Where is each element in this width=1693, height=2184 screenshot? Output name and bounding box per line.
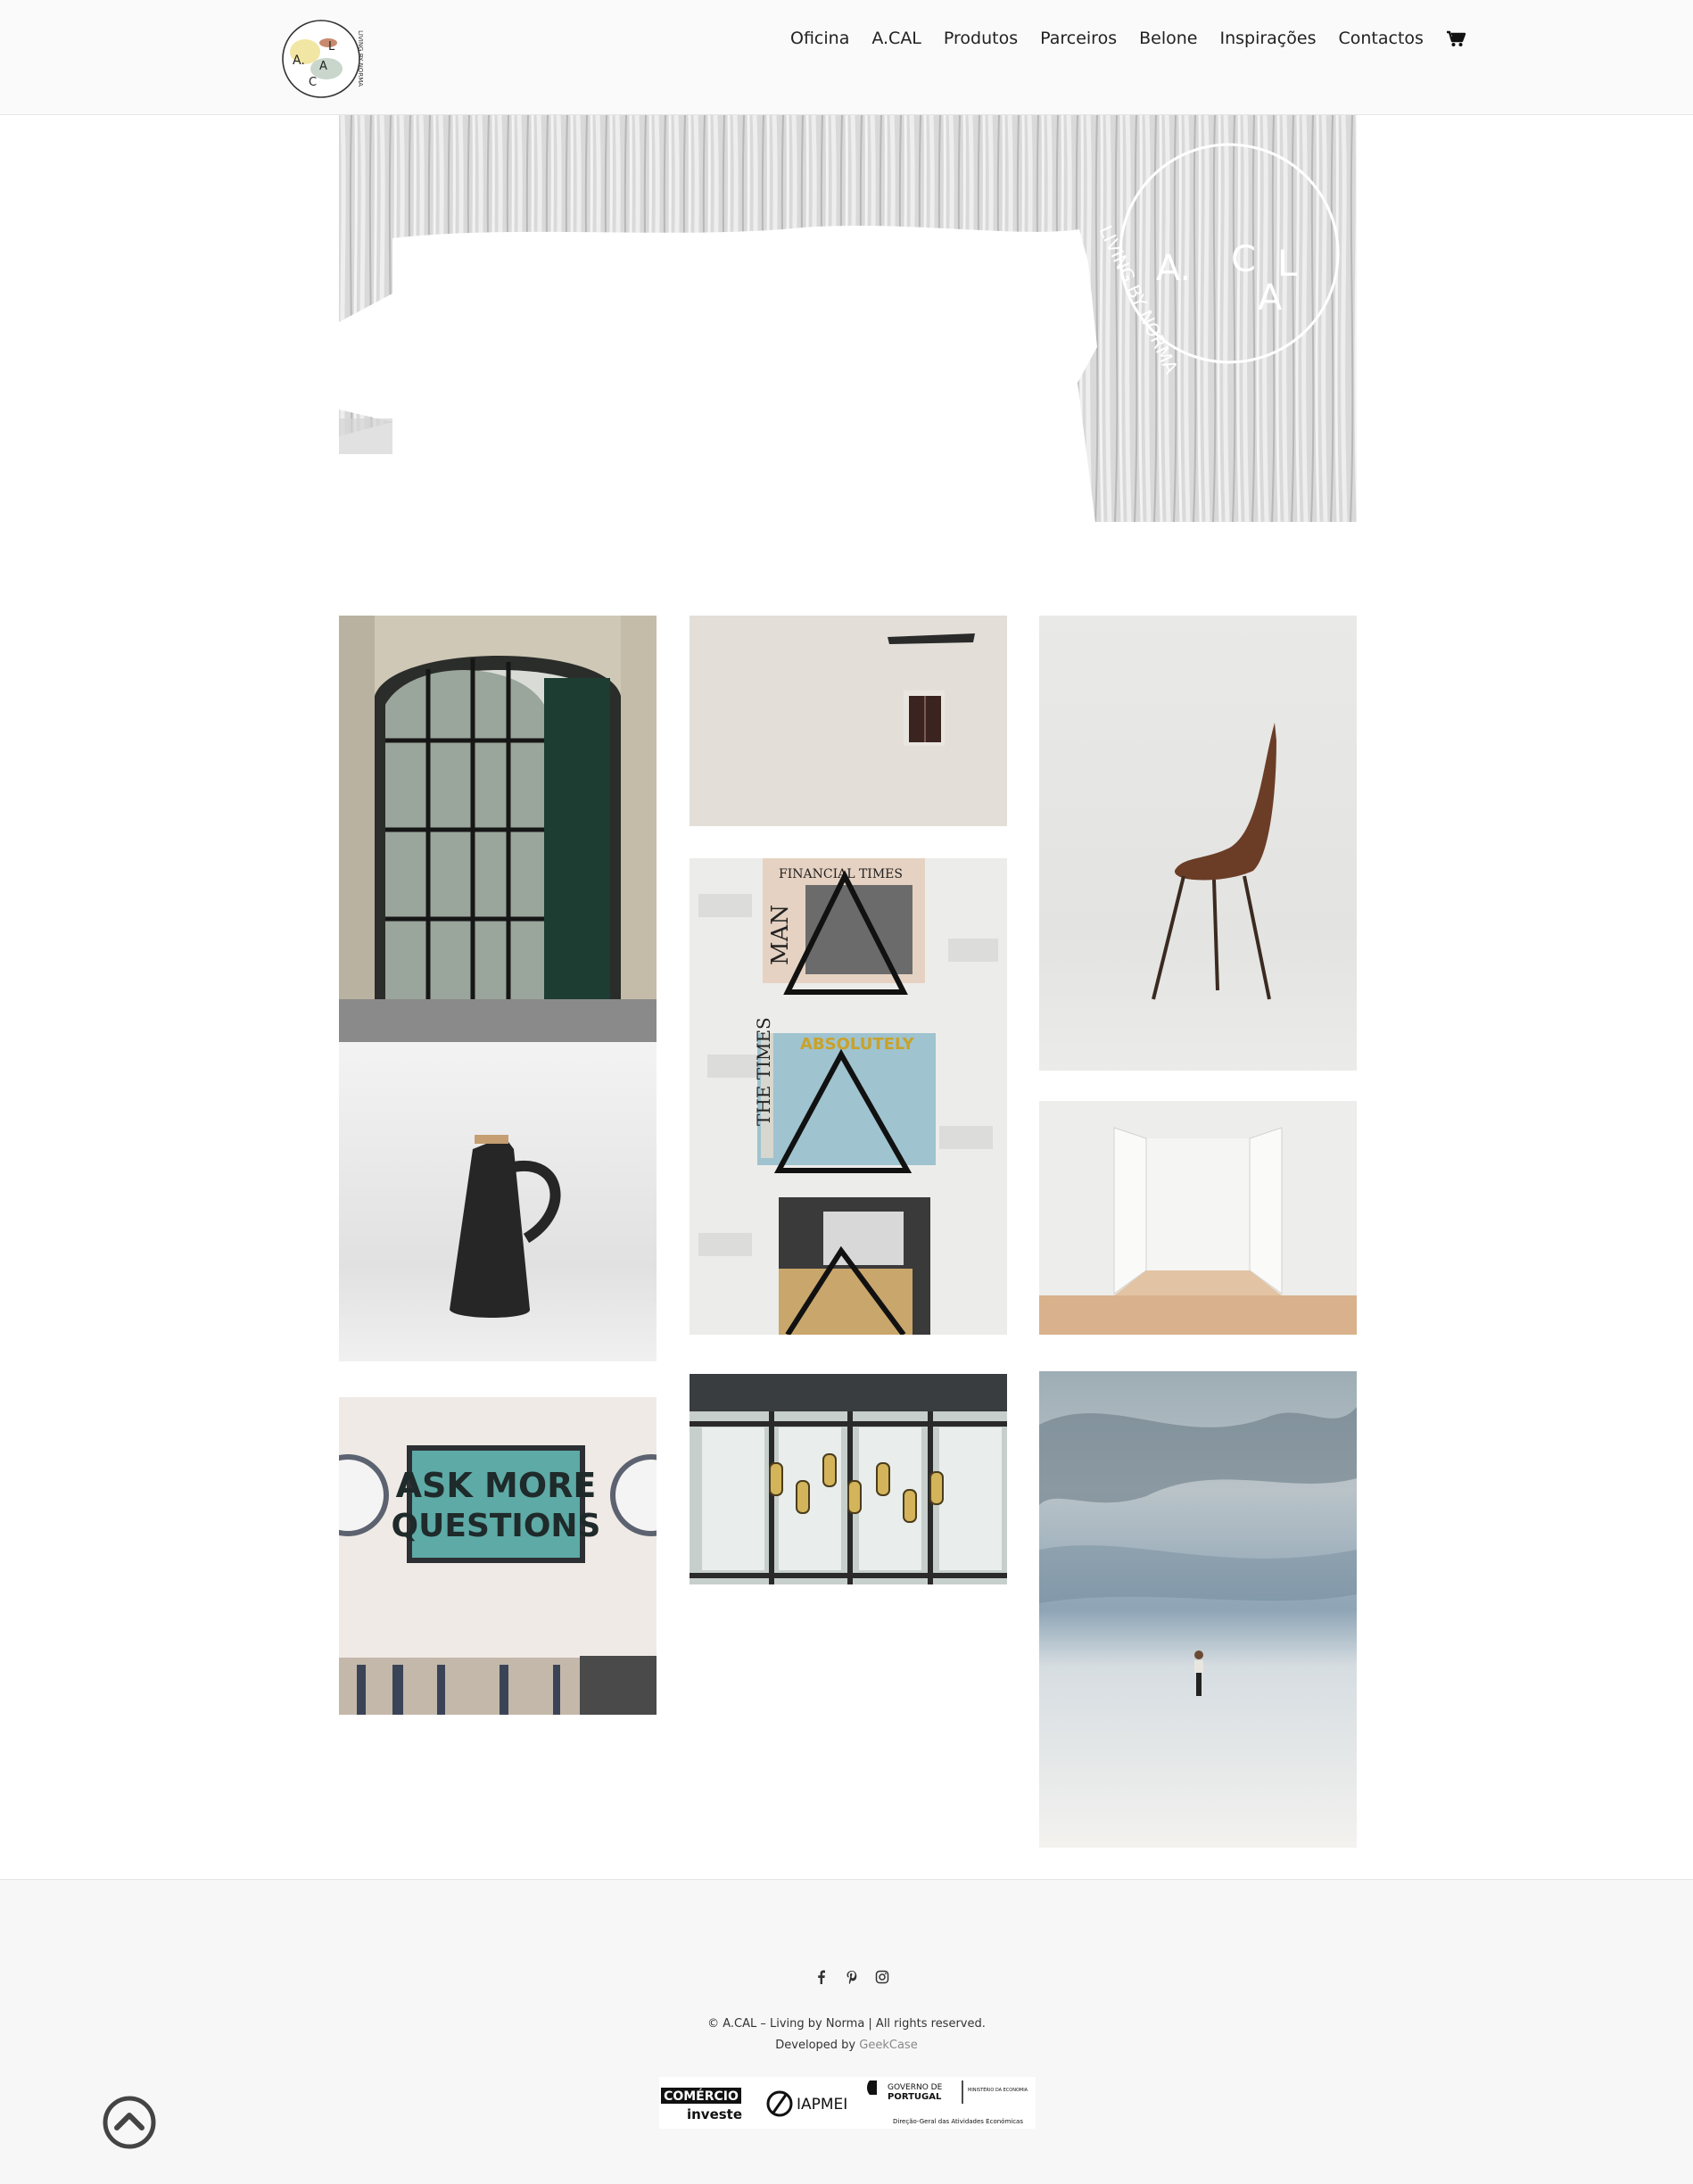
sponsor-logos: COMÉRCIO investe IAPMEI GOVERNO DE PORTU… bbox=[659, 2077, 1036, 2129]
gallery-image-glass-door[interactable] bbox=[339, 616, 657, 1042]
svg-text:LIVING BY NORMA: LIVING BY NORMA bbox=[357, 30, 364, 87]
svg-text:A: A bbox=[319, 60, 327, 73]
gallery-image-white-wall-window[interactable] bbox=[690, 616, 1007, 826]
site-logo[interactable]: A. L A C LIVING BY NORMA bbox=[277, 18, 369, 100]
nav-oficina[interactable]: Oficina bbox=[790, 29, 849, 48]
svg-text:Direção-Geral das Atividades E: Direção-Geral das Atividades Económicas bbox=[893, 2118, 1023, 2125]
svg-text:COMÉRCIO: COMÉRCIO bbox=[664, 2089, 739, 2104]
svg-text:MAN: MAN bbox=[767, 905, 794, 965]
svg-text:L: L bbox=[328, 40, 335, 54]
site-footer bbox=[0, 1879, 1693, 2184]
svg-text:C: C bbox=[309, 76, 317, 89]
gallery-image-pendant-lights[interactable] bbox=[690, 1374, 1007, 1584]
comercio-investe-logo: COMÉRCIO investe bbox=[661, 2088, 742, 2122]
nav-acal[interactable]: A.CAL bbox=[871, 29, 921, 48]
svg-text:IAPMEI: IAPMEI bbox=[797, 2096, 847, 2114]
copyright-text: © A.CAL – Living by Norma | All rights r… bbox=[707, 2017, 986, 2031]
gallery-image-ask-more-questions[interactable]: ASK MORE QUESTIONS bbox=[339, 1397, 657, 1715]
nav-belone[interactable]: Belone bbox=[1139, 29, 1197, 48]
logo-letter-a: A. bbox=[293, 54, 305, 68]
gallery-image-black-jug[interactable] bbox=[339, 1042, 657, 1361]
facebook-icon[interactable] bbox=[814, 1970, 829, 1984]
nav-produtos[interactable]: Produtos bbox=[944, 29, 1018, 48]
svg-text:A: A bbox=[1258, 277, 1283, 318]
developer-credit: Developed by GeekCase bbox=[0, 2039, 1693, 2052]
developer-prefix: Developed by bbox=[775, 2039, 856, 2052]
gallery-image-magazine-racks[interactable]: FINANCIAL TIMES MAN ABSOLUTELY THE TIMES bbox=[690, 858, 1007, 1335]
instagram-icon[interactable] bbox=[875, 1970, 889, 1984]
scroll-to-top-button[interactable] bbox=[103, 2096, 156, 2149]
social-links bbox=[814, 1970, 889, 1985]
developer-link[interactable]: GeekCase bbox=[859, 2039, 917, 2052]
pinterest-icon[interactable] bbox=[845, 1970, 859, 1985]
gallery-image-white-doors[interactable] bbox=[1039, 1101, 1357, 1335]
svg-text:investe: investe bbox=[687, 2106, 742, 2122]
main-navigation: Oficina A.CAL Produtos Parceiros Belone … bbox=[790, 25, 1466, 52]
svg-text:ASK MORE: ASK MORE bbox=[396, 1466, 597, 1505]
gallery-image-leather-chair[interactable] bbox=[1039, 616, 1357, 1071]
site-header: A. L A C LIVING BY NORMA Oficina A.CAL P… bbox=[0, 0, 1693, 115]
svg-text:ABSOLUTELY: ABSOLUTELY bbox=[800, 1035, 915, 1054]
cart-icon[interactable] bbox=[1446, 29, 1466, 48]
gallery-image-woman-desert[interactable] bbox=[1039, 1371, 1357, 1848]
hero-banner: A. C L A LIVING BY NORMA bbox=[339, 115, 1357, 522]
svg-text:MINISTÉRIO DA ECONOMIA: MINISTÉRIO DA ECONOMIA bbox=[968, 2086, 1028, 2093]
nav-inspiracoes[interactable]: Inspirações bbox=[1219, 29, 1316, 48]
governo-portugal-logo: GOVERNO DE PORTUGAL MINISTÉRIO DA ECONOM… bbox=[867, 2081, 1028, 2125]
svg-text:QUESTIONS: QUESTIONS bbox=[392, 1508, 601, 1544]
svg-text:A.: A. bbox=[1156, 248, 1191, 289]
svg-text:THE TIMES: THE TIMES bbox=[753, 1017, 774, 1126]
svg-text:PORTUGAL: PORTUGAL bbox=[888, 2092, 942, 2102]
iapmei-logo: IAPMEI bbox=[766, 2090, 847, 2117]
svg-text:C: C bbox=[1231, 239, 1256, 280]
svg-text:GOVERNO DE: GOVERNO DE bbox=[888, 2083, 943, 2092]
chevron-up-circle-icon bbox=[103, 2096, 156, 2149]
nav-parceiros[interactable]: Parceiros bbox=[1040, 29, 1117, 48]
nav-contactos[interactable]: Contactos bbox=[1338, 29, 1423, 48]
